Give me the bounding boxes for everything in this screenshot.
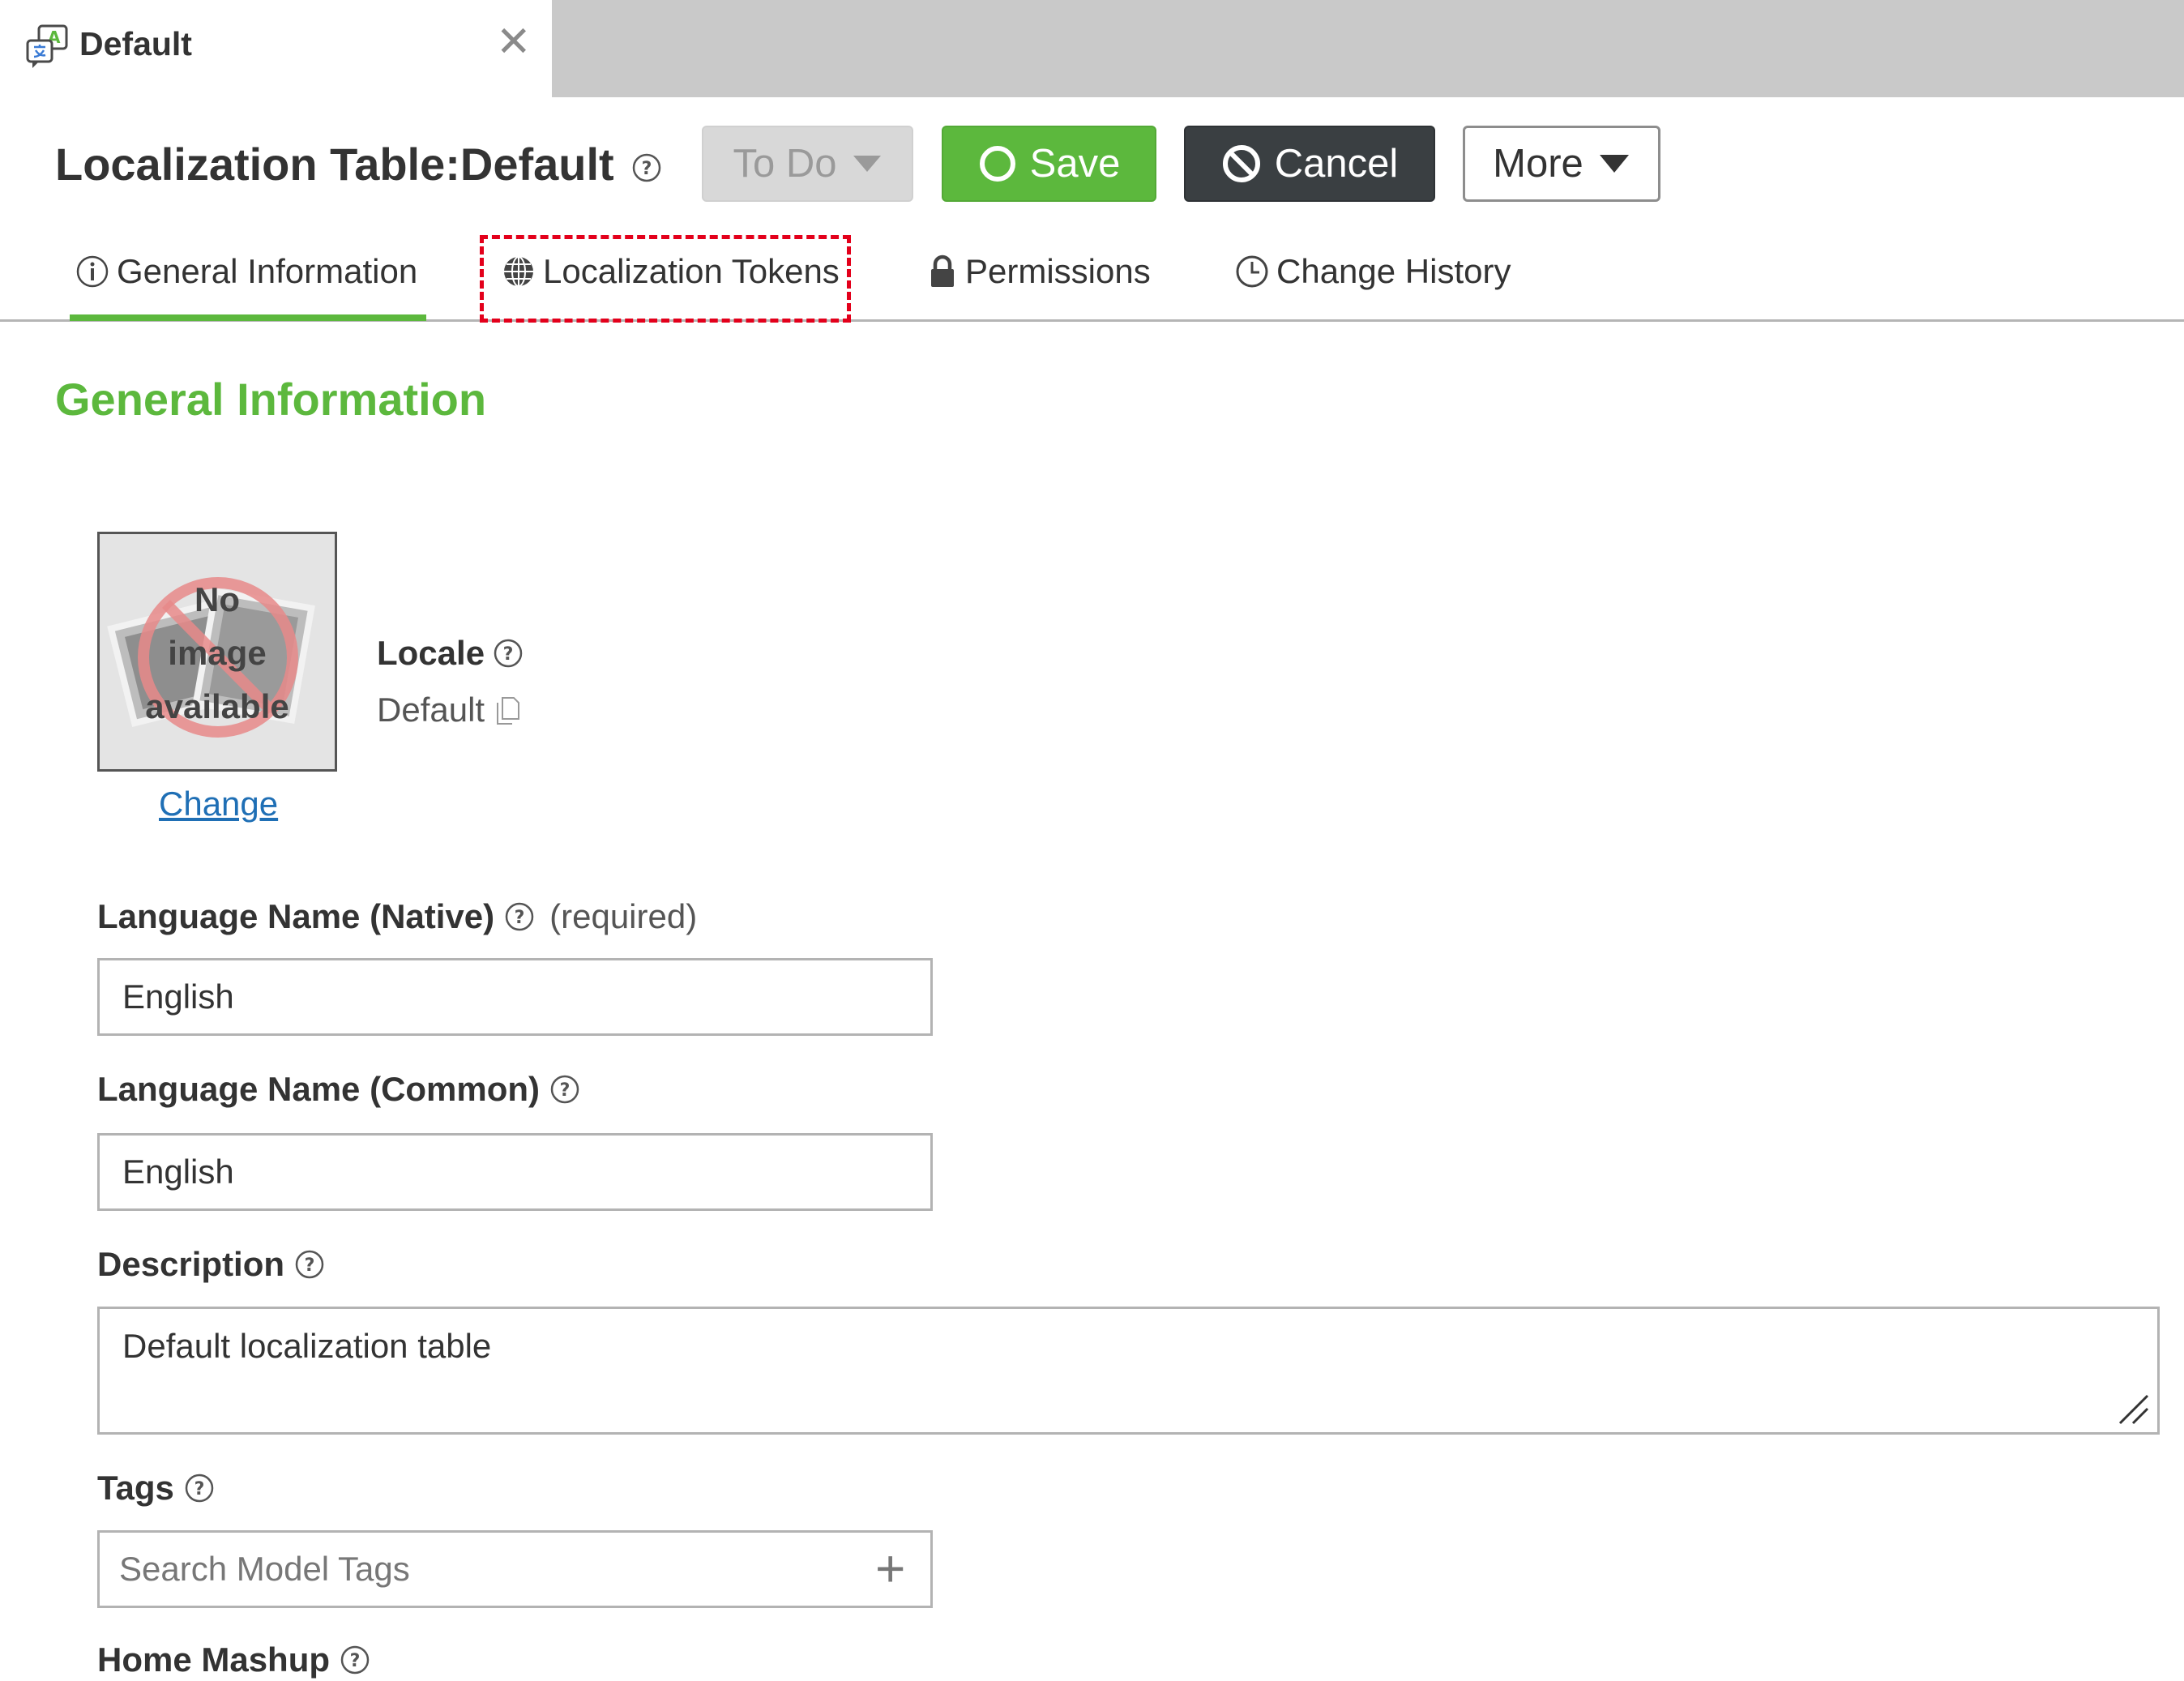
svg-text:?: ? bbox=[515, 908, 525, 928]
todo-button-label: To Do bbox=[733, 142, 837, 186]
resize-handle-icon[interactable] bbox=[2115, 1391, 2152, 1428]
page-title-prefix: Localization Table: bbox=[55, 139, 460, 190]
svg-text:?: ? bbox=[305, 1255, 315, 1276]
tab-general-information[interactable]: General Information bbox=[75, 243, 417, 300]
more-button-label: More bbox=[1493, 142, 1584, 186]
required-indicator: (required) bbox=[549, 897, 698, 935]
info-icon bbox=[76, 255, 109, 288]
save-button[interactable]: Save bbox=[942, 126, 1156, 202]
tags-search-input[interactable]: Search Model Tags bbox=[97, 1530, 933, 1608]
tab-change-history[interactable]: Change History bbox=[1234, 243, 1511, 300]
add-tag-icon[interactable]: + bbox=[875, 1540, 905, 1597]
tags-label: Tags ? bbox=[97, 1467, 215, 1509]
locale-value: Default bbox=[377, 689, 522, 731]
help-icon[interactable]: ? bbox=[184, 1473, 215, 1503]
tab-permissions[interactable]: Permissions bbox=[926, 243, 1151, 300]
close-tab-icon[interactable]: ✕ bbox=[496, 18, 532, 66]
page-title-name: Default bbox=[459, 139, 614, 190]
prohibited-icon bbox=[1222, 145, 1260, 182]
language-common-label: Language Name (Common) ? bbox=[97, 1068, 580, 1110]
language-native-label: Language Name (Native) ? (required) bbox=[97, 896, 697, 938]
save-button-label: Save bbox=[1029, 142, 1121, 186]
clock-icon bbox=[1236, 255, 1268, 288]
page-title: Localization Table:Default ? bbox=[55, 136, 662, 196]
document-tab-title: Default bbox=[79, 25, 192, 62]
tab-label: Change History bbox=[1276, 252, 1511, 290]
home-mashup-label: Home Mashup ? bbox=[97, 1639, 370, 1681]
help-icon[interactable]: ? bbox=[549, 1074, 580, 1105]
tab-strip-empty-area bbox=[552, 0, 2184, 97]
active-tab-indicator bbox=[70, 314, 426, 321]
help-icon[interactable]: ? bbox=[294, 1249, 325, 1280]
thumbnail-image: No image available bbox=[97, 532, 337, 772]
todo-button[interactable]: To Do bbox=[702, 126, 913, 202]
change-image-link[interactable]: Change bbox=[159, 783, 278, 825]
more-button[interactable]: More bbox=[1463, 126, 1660, 202]
description-label: Description ? bbox=[97, 1243, 325, 1285]
svg-text:?: ? bbox=[642, 159, 652, 179]
caret-down-icon bbox=[853, 156, 881, 172]
locale-label: Locale ? bbox=[377, 632, 524, 674]
svg-text:?: ? bbox=[560, 1080, 571, 1101]
svg-text:?: ? bbox=[503, 644, 514, 665]
no-image-text: No image available bbox=[145, 580, 289, 725]
tab-label: General Information bbox=[117, 252, 418, 290]
tags-placeholder: Search Model Tags bbox=[119, 1550, 410, 1588]
help-icon[interactable]: ? bbox=[493, 638, 524, 669]
help-icon[interactable]: ? bbox=[340, 1645, 370, 1675]
language-native-input[interactable]: English bbox=[97, 958, 933, 1036]
save-circle-icon bbox=[979, 146, 1015, 182]
annotation-highlight-box bbox=[480, 235, 851, 323]
caret-down-icon bbox=[1599, 155, 1629, 173]
document-tab[interactable]: A Default ✕ bbox=[0, 0, 552, 97]
help-icon[interactable]: ? bbox=[504, 901, 535, 932]
svg-text:?: ? bbox=[194, 1479, 205, 1499]
svg-text:?: ? bbox=[350, 1651, 361, 1671]
copy-icon[interactable] bbox=[494, 695, 522, 725]
tab-label: Permissions bbox=[965, 252, 1151, 290]
help-icon[interactable]: ? bbox=[631, 139, 662, 196]
language-common-input[interactable]: English bbox=[97, 1133, 933, 1211]
localization-table-icon: A bbox=[26, 24, 68, 68]
cancel-button[interactable]: Cancel bbox=[1184, 126, 1435, 202]
description-textarea[interactable]: Default localization table bbox=[97, 1307, 2160, 1435]
section-heading: General Information bbox=[55, 374, 487, 425]
cancel-button-label: Cancel bbox=[1274, 142, 1399, 186]
lock-icon bbox=[931, 255, 954, 287]
